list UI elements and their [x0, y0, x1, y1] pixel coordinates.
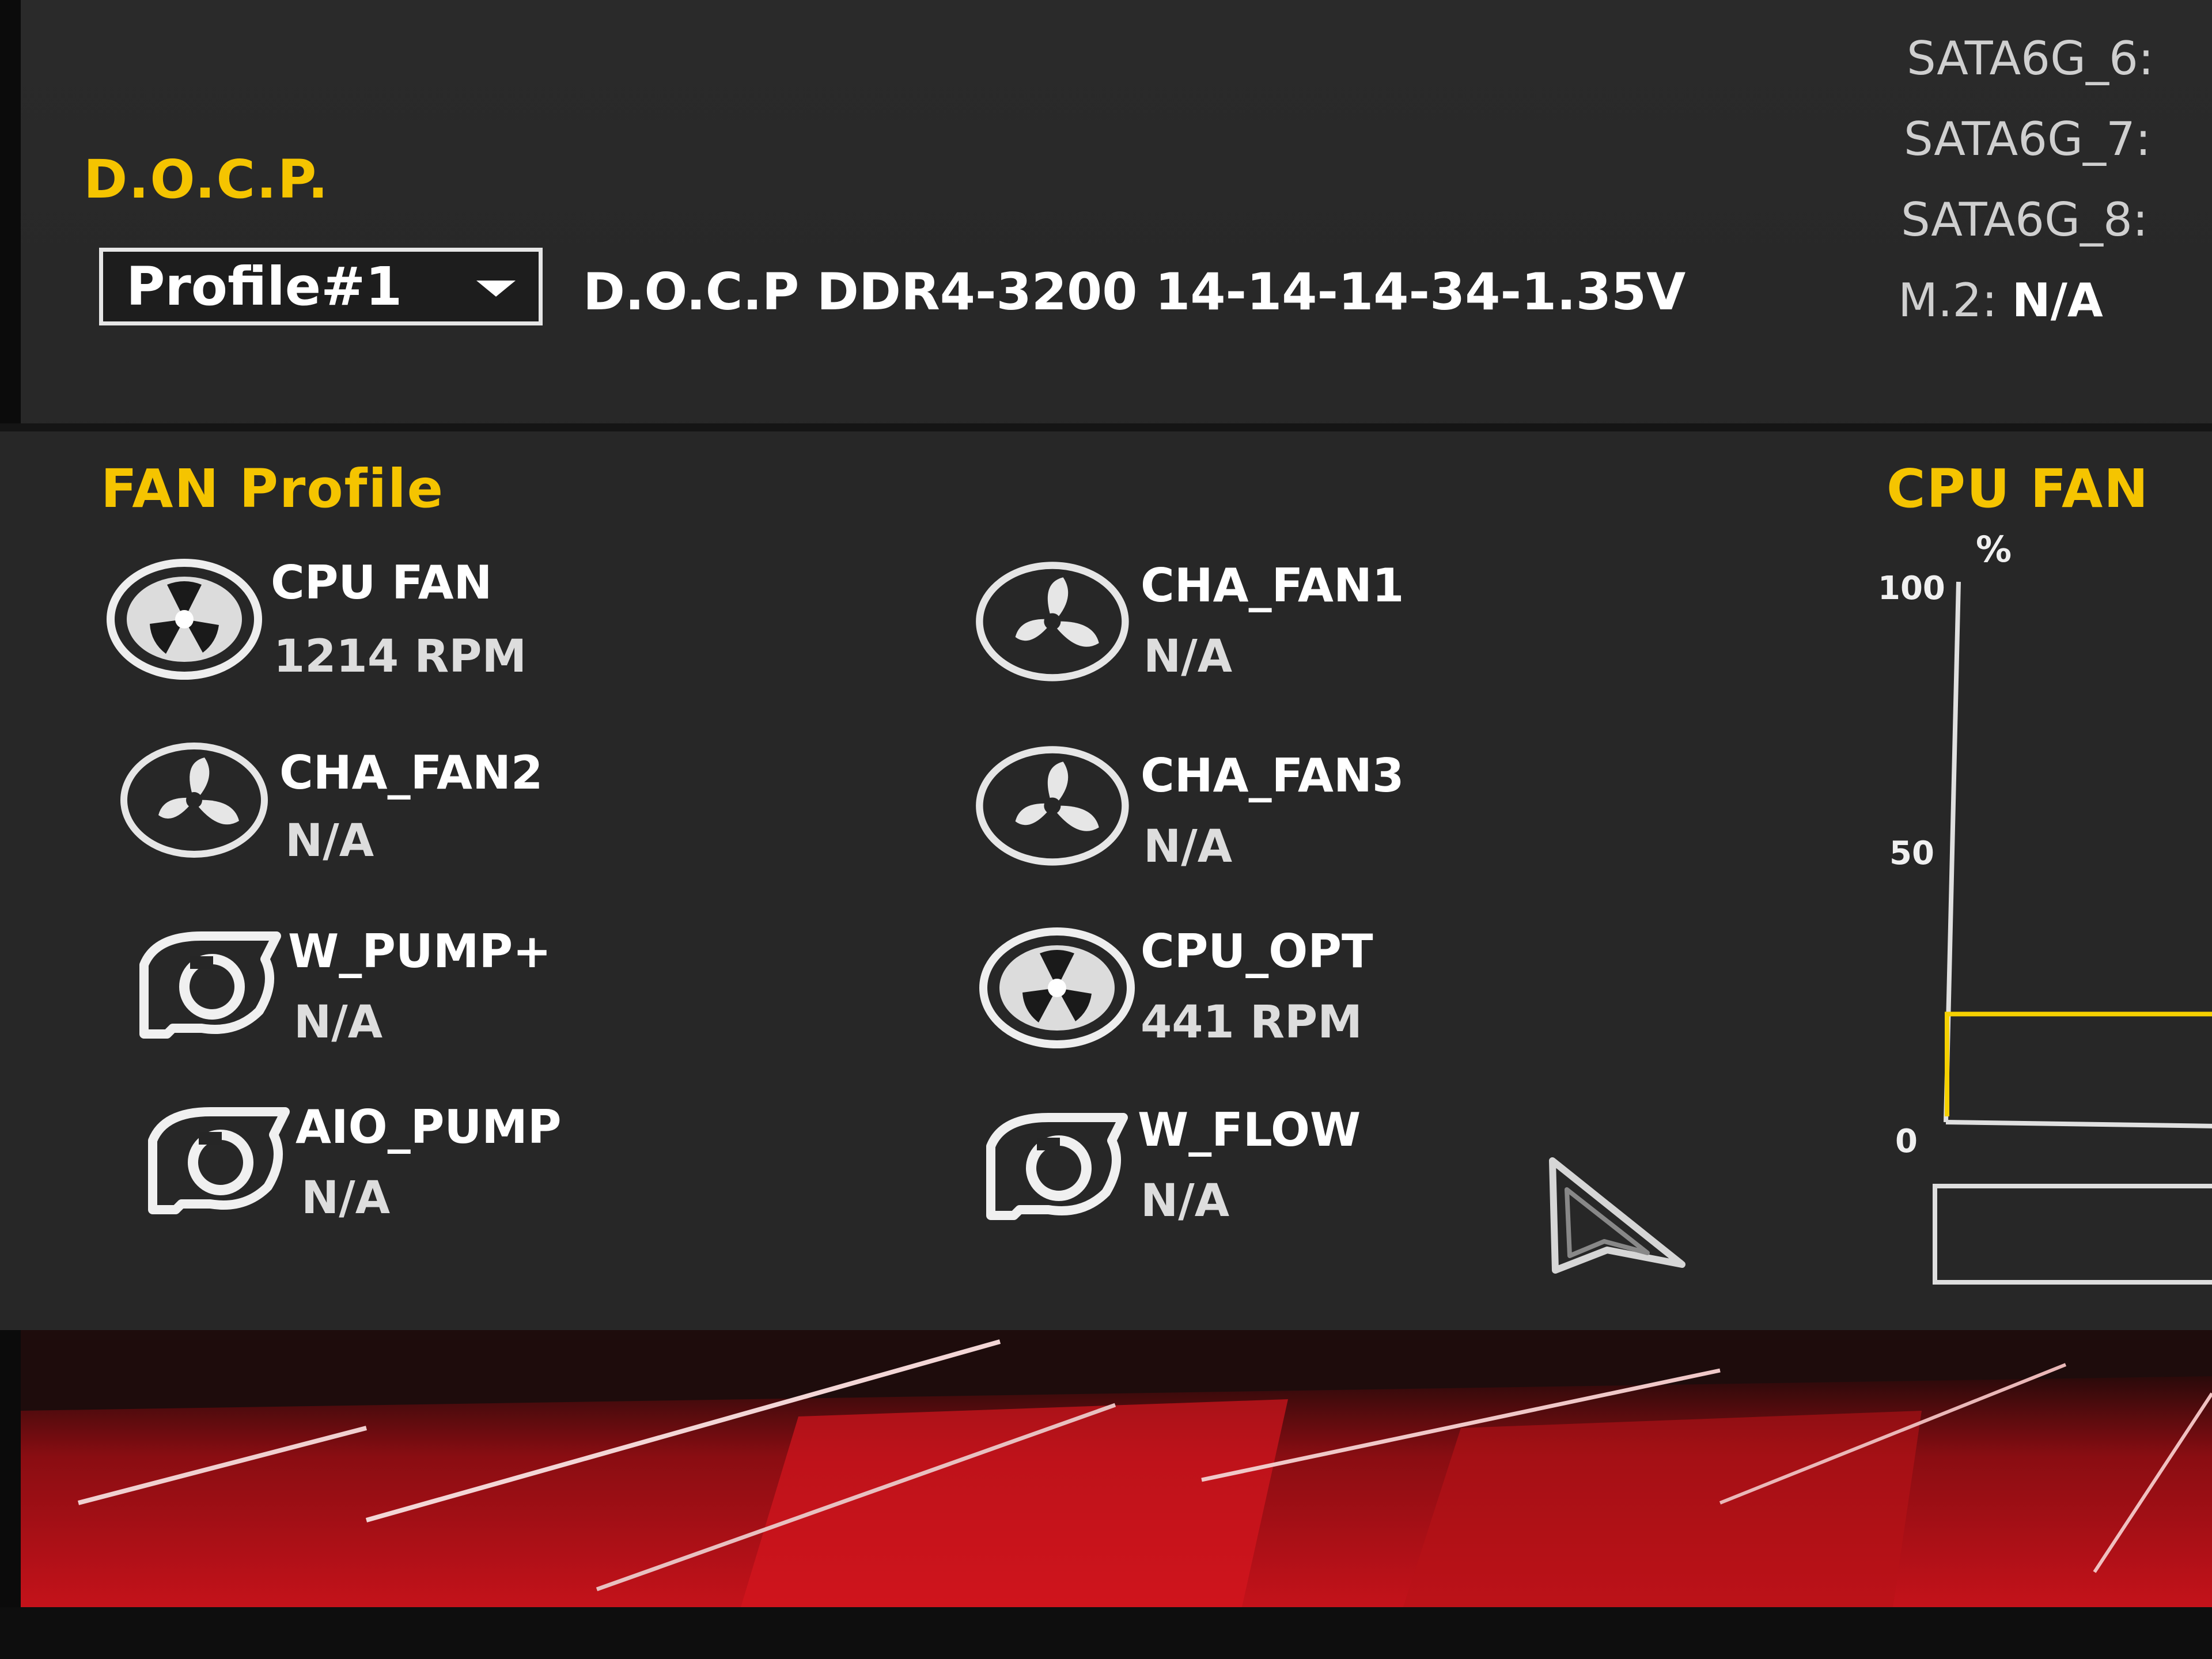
y-tick-label: 50: [1889, 835, 1934, 872]
fan-name: W_PUMP+: [288, 925, 552, 978]
section-divider: [0, 423, 2212, 431]
chevron-down-icon: [476, 281, 516, 297]
fan-speed: N/A: [285, 815, 374, 867]
fan-profile-title: FAN Profile: [101, 458, 445, 520]
fan-speed: 441 RPM: [1141, 997, 1362, 1048]
fan-icon: [976, 746, 1129, 866]
docp-description: D.O.C.P DDR4-3200 14-14-14-34-1.35V: [583, 262, 1686, 321]
chart-unit-label: %: [1976, 528, 2012, 570]
bios-screen: D.O.C.P. Profile#1 D.O.C.P DDR4-3200 14-…: [0, 0, 2212, 1659]
monitor-bezel-bottom: [0, 1607, 2212, 1659]
pump-icon: [986, 1113, 1128, 1220]
docp-profile-value: Profile#1: [126, 256, 403, 317]
storage-item-sata6g-6: SATA6G_6:: [1907, 32, 2154, 85]
x-axis-line: [1945, 1120, 2212, 1128]
fan-name: CHA_FAN1: [1141, 559, 1404, 612]
fan-speed: N/A: [1143, 631, 1233, 683]
red-banner-decoration: [21, 1330, 2212, 1607]
storage-item-sata6g-7: SATA6G_7:: [1904, 112, 2151, 166]
fan-icon: [107, 559, 262, 680]
storage-item-m2: M.2: N/A: [1898, 274, 2103, 327]
fan-name: W_FLOW: [1138, 1103, 1361, 1157]
y-tick-label: 0: [1895, 1123, 1918, 1160]
fan-icon: [979, 927, 1135, 1048]
pump-icon: [148, 1107, 290, 1214]
fan-name: CHA_FAN3: [1141, 749, 1404, 802]
fan-speed: N/A: [1143, 821, 1233, 873]
fan-speed: N/A: [301, 1172, 391, 1224]
fan-name: AIO_PUMP: [296, 1100, 562, 1154]
fan-curve-line: [1945, 1012, 2212, 1116]
storage-item-sata6g-8: SATA6G_8:: [1901, 193, 2148, 247]
y-tick-label: 100: [1878, 570, 1945, 607]
fan-speed: N/A: [1141, 1175, 1230, 1227]
docp-title: D.O.C.P.: [84, 149, 329, 210]
fan-icon: [120, 743, 268, 858]
fan-name: CPU FAN: [271, 556, 493, 609]
pump-icon: [139, 931, 281, 1039]
fan-speed: N/A: [294, 997, 383, 1048]
mouse-cursor-icon: [1549, 1157, 1685, 1274]
cpu-fan-curve-chart[interactable]: % 100 50 0: [1861, 518, 2212, 1164]
chart-control-box[interactable]: [1933, 1184, 2212, 1285]
fan-speed: 1214 RPM: [274, 631, 527, 683]
fan-name: CPU_OPT: [1141, 925, 1373, 978]
docp-profile-select[interactable]: Profile#1: [99, 248, 543, 325]
cpu-fan-chart-title: CPU FAN: [1887, 458, 2150, 520]
fan-name: CHA_FAN2: [279, 746, 543, 800]
fan-icon: [976, 562, 1129, 681]
